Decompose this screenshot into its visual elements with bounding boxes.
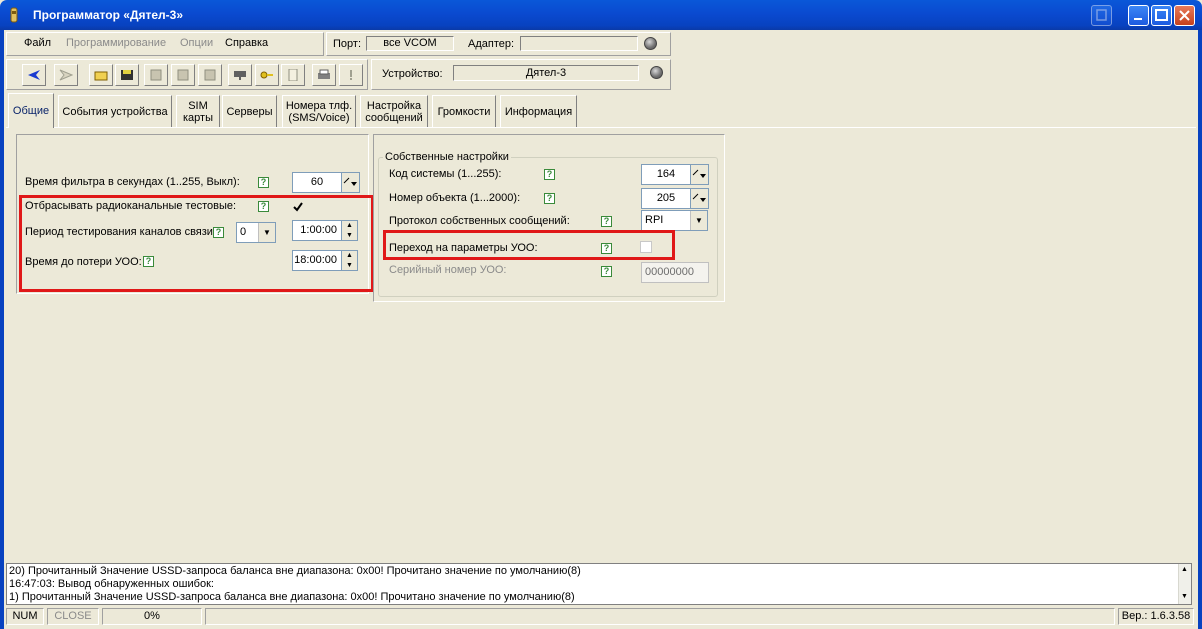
scroll-down-icon[interactable]: ▼ [1181,593,1188,600]
log-line: 20) Прочитанный Значение USSD-запроса ба… [9,565,581,577]
device-label: Устройство: [382,68,443,80]
tab-device-events[interactable]: События устройства [58,95,172,127]
tab-volumes[interactable]: Громкости [432,95,496,127]
tab-phone-numbers[interactable]: Номера тлф. (SMS/Voice) [282,95,356,127]
verify-device-button[interactable] [198,64,222,86]
write-device-icon [177,69,189,81]
save-disk-icon [121,70,133,80]
maximize-icon [1155,9,1168,21]
spin-dropdown-icon [692,169,706,178]
verify-device-icon [204,69,216,81]
own-protocol-select[interactable]: RPI ▼ [641,210,708,231]
log-scrollbar[interactable]: ▲ ▼ [1178,564,1191,604]
open-folder-icon [94,71,108,81]
uoo-serial-input: 00000000 [641,262,709,283]
read-device-button[interactable] [144,64,168,86]
help-icon[interactable]: ? [544,193,555,204]
status-spacer [205,608,1115,625]
open-button[interactable] [89,64,113,86]
close-button[interactable] [1174,5,1195,26]
log-line: 16:47:03: Вывод обнаруженных ошибок: [9,578,214,590]
system-code-dropdown[interactable] [691,164,709,185]
status-version: Вер.: 1.6.3.58 [1118,608,1194,625]
filter-time-input[interactable]: 60 [292,172,342,193]
object-number-input[interactable]: 205 [641,188,691,209]
tab-general[interactable]: Общие [8,93,54,128]
highlight-box [19,195,374,292]
port-label: Порт: [333,38,361,50]
status-close: CLOSE [47,608,99,625]
own-protocol-label: Протокол собственных сообщений: [389,215,570,227]
status-progress: 0% [102,608,202,625]
chevron-down-icon: ▼ [690,211,707,230]
print-icon [318,69,330,79]
device-field: Дятел-3 [453,65,639,81]
menu-options[interactable]: Опции [180,37,213,49]
device-status-led [650,66,663,79]
system-code-input[interactable]: 164 [641,164,691,185]
tray-icon [1096,9,1107,21]
read-device-icon [150,69,162,81]
window-title: Программатор «Дятел-3» [33,8,184,22]
keyboard-button[interactable] [228,64,252,86]
forward-button[interactable] [54,64,78,86]
key-icon [260,71,273,79]
back-button[interactable] [22,64,46,86]
forward-arrow-icon [59,69,73,81]
adapter-status-led [644,37,657,50]
app-icon [10,7,18,23]
info-icon [350,70,352,80]
filter-time-label: Время фильтра в секундах (1..255, Выкл): [25,176,240,188]
help-icon[interactable]: ? [601,266,612,277]
close-icon [1179,10,1190,21]
port-select[interactable]: все VCOM [366,36,454,51]
minimize-icon [1134,18,1142,20]
object-number-dropdown[interactable] [691,188,709,209]
notes-icon [288,69,298,81]
tab-sim-cards[interactable]: SIM карты [176,95,220,127]
own-protocol-select-value: RPI [645,214,664,226]
notes-button[interactable] [281,64,305,86]
window-frame-left [0,30,4,629]
help-icon[interactable]: ? [258,177,269,188]
tab-information[interactable]: Информация [500,95,577,127]
highlight-box [383,230,675,260]
adapter-label: Адаптер: [468,38,515,50]
spin-dropdown-icon [692,193,706,202]
tab-message-settings[interactable]: Настройка сообщений [360,95,428,127]
restore-tray-button [1091,5,1112,26]
uoo-serial-label: Серийный номер УОО: [389,264,507,276]
key-button[interactable] [255,64,279,86]
log-line: 1) Прочитанный Значение USSD-запроса бал… [9,591,575,603]
system-code-label: Код системы (1...255): [389,168,502,180]
save-button[interactable] [115,64,139,86]
menu-help[interactable]: Справка [225,37,268,49]
print-button[interactable] [312,64,336,86]
log-output[interactable]: 20) Прочитанный Значение USSD-запроса ба… [6,563,1192,605]
scroll-up-icon[interactable]: ▲ [1181,566,1188,573]
tab-divider [6,127,1196,128]
menu-programming[interactable]: Программирование [66,37,166,49]
back-arrow-icon [28,70,40,80]
write-device-button[interactable] [171,64,195,86]
info-button[interactable] [339,64,363,86]
help-icon[interactable]: ? [601,216,612,227]
help-icon[interactable]: ? [544,169,555,180]
tab-servers[interactable]: Серверы [222,95,277,127]
filter-time-dropdown[interactable] [342,172,360,193]
status-num: NUM [6,608,44,625]
keyboard-icon [234,71,246,80]
maximize-button[interactable] [1151,5,1172,26]
minimize-button[interactable] [1128,5,1149,26]
spin-dropdown-icon [343,177,357,186]
title-bar[interactable]: Программатор «Дятел-3» [0,0,1202,30]
menu-file[interactable]: Файл [24,37,51,49]
adapter-field [520,36,638,51]
window-frame-right [1198,30,1202,629]
own-settings-title: Собственные настройки [383,151,511,163]
object-number-label: Номер объекта (1...2000): [389,192,521,204]
